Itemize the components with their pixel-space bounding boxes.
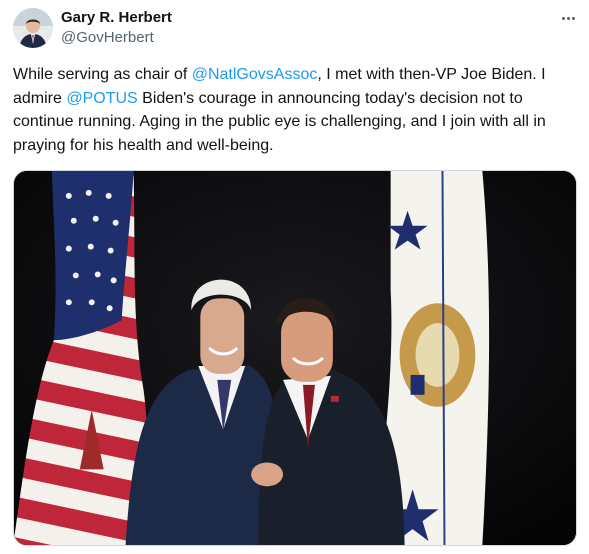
photo-handshake-icon xyxy=(14,171,576,545)
tweet-text-segment: While serving as chair of xyxy=(13,66,192,83)
more-options-icon[interactable] xyxy=(556,8,580,28)
author-avatar[interactable] xyxy=(13,8,53,48)
tweet-photo[interactable] xyxy=(13,170,577,546)
tweet-text: While serving as chair of @NatlGovsAssoc… xyxy=(13,63,581,157)
author-handle[interactable]: @GovHerbert xyxy=(61,29,154,47)
author-name[interactable]: Gary R. Herbert xyxy=(61,9,172,27)
person-avatar-icon xyxy=(13,8,53,48)
mention-natlgovsassoc[interactable]: @NatlGovsAssoc xyxy=(192,66,318,83)
mention-potus[interactable]: @POTUS xyxy=(66,90,137,107)
